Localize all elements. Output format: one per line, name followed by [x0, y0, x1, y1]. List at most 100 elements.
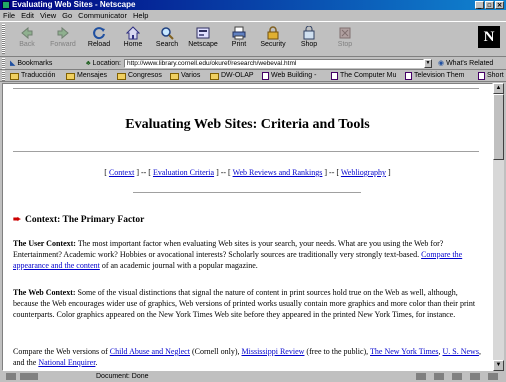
menu-go[interactable]: Go	[62, 10, 72, 21]
search-button[interactable]: Search	[150, 24, 184, 54]
compare-paragraph: Compare the Web versions of Child Abuse …	[13, 346, 481, 368]
page-content: Evaluating Web Sites: Criteria and Tools…	[2, 83, 493, 371]
nav-link-webliography[interactable]: Webliography	[341, 168, 386, 177]
reload-button[interactable]: Reload	[82, 24, 116, 54]
personal-folder-dw-olap[interactable]: DW-OLAP	[210, 70, 254, 81]
scroll-thumb[interactable]	[493, 94, 504, 160]
personal-grip[interactable]	[2, 71, 5, 81]
location-url-input[interactable]: http://www.library.cornell.edu/okuref/re…	[124, 59, 424, 68]
title-bar: Evaluating Web Sites - Netscape _ ▫ ×	[0, 0, 506, 10]
connection-status-icon	[20, 373, 38, 380]
netscape-button[interactable]: Netscape	[186, 24, 220, 54]
nav-link-context[interactable]: Context	[109, 168, 134, 177]
print-button[interactable]: Print	[222, 24, 256, 54]
user-context-paragraph: The User Context: The most important fac…	[13, 238, 481, 271]
menu-edit[interactable]: Edit	[21, 10, 34, 21]
link-us-news[interactable]: U. S. News	[443, 347, 479, 356]
folder-icon	[10, 72, 19, 80]
netscape-label: Netscape	[188, 41, 218, 48]
user-context-tail: of an academic journal with a popular ma…	[101, 261, 258, 270]
bookmarks-button[interactable]: ◣ Bookmarks	[10, 57, 52, 70]
red-arrow-icon: ➨	[13, 215, 21, 225]
netscape-app-icon	[2, 1, 10, 9]
personal-item-label: Traducción	[21, 72, 56, 79]
newsgroups-component-icon[interactable]	[452, 373, 462, 380]
personal-folder-mensajes[interactable]: Mensajes	[66, 70, 107, 81]
stop-button[interactable]: Stop	[328, 24, 362, 54]
personal-folder-traduccion[interactable]: Traducción	[10, 70, 56, 81]
navigator-component-icon[interactable]	[416, 373, 426, 380]
search-label: Search	[155, 41, 179, 48]
minimize-button[interactable]: _	[475, 1, 484, 9]
security-button[interactable]: Security	[256, 24, 290, 54]
menu-communicator[interactable]: Communicator	[78, 10, 127, 21]
top-divider	[13, 88, 479, 89]
web-context-label: The Web Context:	[13, 288, 76, 297]
mail-component-icon[interactable]	[434, 373, 444, 380]
search-icon	[161, 27, 174, 40]
forward-arrow-icon	[57, 26, 69, 40]
personal-item-label: The Computer Mu	[340, 72, 397, 79]
link-new-york-times[interactable]: The New York Times	[370, 347, 438, 356]
web-context-paragraph: The Web Context: Some of the visual dist…	[13, 287, 481, 320]
scroll-down-button[interactable]: ▼	[493, 360, 504, 371]
web-context-text: Some of the visual distinctions that sig…	[13, 288, 476, 319]
security-lock-icon	[267, 26, 279, 40]
window-title: Evaluating Web Sites - Netscape	[12, 0, 136, 9]
location-dropdown-button[interactable]: ▼	[424, 59, 432, 68]
bookmark-icon: ◣	[10, 60, 16, 67]
home-button[interactable]: Home	[116, 24, 150, 54]
location-label: ♣ Location:	[86, 57, 121, 70]
menu-help[interactable]: Help	[133, 10, 148, 21]
personal-folder-congresos[interactable]: Congresos	[117, 70, 162, 81]
link-child-abuse-neglect[interactable]: Child Abuse and Neglect	[110, 347, 190, 356]
page-icon	[405, 72, 412, 80]
stop-icon	[339, 27, 351, 39]
forward-button[interactable]: Forward	[46, 24, 80, 54]
location-grip[interactable]	[2, 58, 5, 69]
bookmarks-label: Bookmarks	[17, 60, 53, 67]
netscape-window: Evaluating Web Sites - Netscape _ ▫ × Fi…	[0, 0, 506, 382]
security-status-icon[interactable]	[6, 373, 16, 380]
link-national-enquirer[interactable]: National Enquirer	[38, 358, 95, 367]
home-icon	[126, 26, 140, 40]
compare-lead: Compare the Web versions of	[13, 347, 108, 356]
toolbar-grip[interactable]	[2, 24, 5, 54]
whats-related-label: What's Related	[446, 60, 494, 67]
vertical-scrollbar[interactable]: ▲ ▼	[493, 83, 504, 371]
personal-folder-varios[interactable]: Varios	[170, 70, 201, 81]
resize-grip-icon[interactable]	[488, 373, 498, 380]
menu-view[interactable]: View	[40, 10, 56, 21]
netscape-logo[interactable]: N	[478, 26, 500, 48]
nav-bracket: [	[104, 168, 107, 177]
composer-component-icon[interactable]	[470, 373, 480, 380]
personal-link-computer-mu[interactable]: The Computer Mu	[331, 70, 397, 81]
forward-label: Forward	[50, 41, 76, 48]
nav-separator: ] -- [	[136, 168, 151, 177]
menu-file[interactable]: File	[3, 10, 15, 21]
personal-link-short[interactable]: Short	[478, 70, 504, 81]
personal-link-television-them[interactable]: Television Them	[405, 70, 464, 81]
status-text: Document: Done	[96, 373, 149, 380]
personal-link-web-building[interactable]: Web Building -	[262, 70, 317, 81]
link-mississippi-review[interactable]: Mississippi Review	[242, 347, 305, 356]
scroll-up-button[interactable]: ▲	[493, 83, 504, 94]
navigation-toolbar: Back Forward Reload Home Search Netscape…	[0, 21, 506, 57]
personal-item-label: DW-OLAP	[221, 72, 254, 79]
compare-sep: ,	[438, 347, 441, 356]
back-button[interactable]: Back	[10, 24, 44, 54]
nav-link-web-reviews[interactable]: Web Reviews and Rankings	[233, 168, 323, 177]
location-label-text: Location:	[92, 60, 121, 67]
related-icon: ◉	[438, 60, 445, 67]
personal-item-label: Web Building -	[271, 72, 317, 79]
section-heading-text: Context: The Primary Factor	[24, 215, 145, 225]
personal-item-label: Varios	[181, 72, 201, 79]
close-button[interactable]: ×	[495, 1, 504, 9]
shop-button[interactable]: Shop	[292, 24, 326, 54]
maximize-button[interactable]: ▫	[485, 1, 494, 9]
nav-link-evaluation-criteria[interactable]: Evaluation Criteria	[153, 168, 214, 177]
folder-icon	[170, 72, 179, 80]
whats-related-button[interactable]: ◉ What's Related	[438, 57, 493, 70]
netscape-icon	[196, 27, 210, 39]
home-label: Home	[123, 41, 143, 48]
